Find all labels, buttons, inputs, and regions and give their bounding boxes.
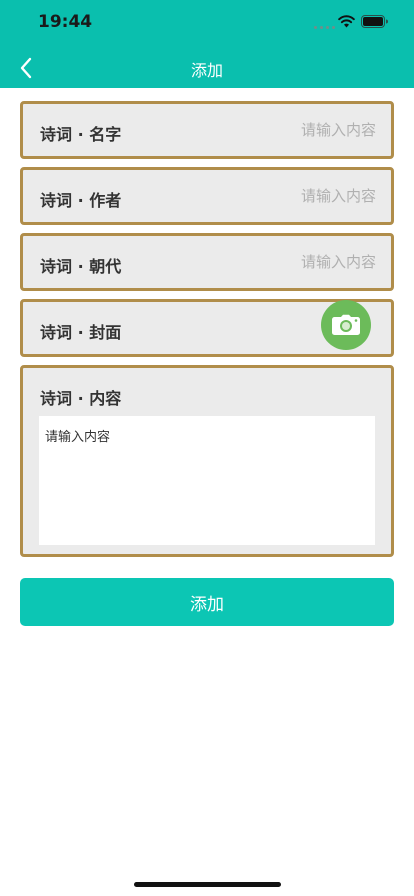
dynasty-field: 诗词 · 朝代 [20, 233, 394, 291]
author-label: 诗词 · 作者 [40, 191, 122, 210]
cover-field: 诗词 · 封面 [20, 299, 394, 357]
content-label: 诗词 · 内容 [40, 389, 122, 408]
header-bar: 19:44 添加 [0, 0, 414, 88]
submit-button[interactable]: 添加 [20, 578, 394, 626]
page-title: 添加 [190, 61, 223, 80]
name-label: 诗词 · 名字 [40, 125, 122, 144]
author-field: 诗词 · 作者 [20, 167, 394, 225]
cellular-signal-icon [314, 26, 335, 29]
cover-upload-button[interactable] [321, 300, 371, 350]
author-input[interactable] [176, 187, 376, 205]
name-input[interactable] [176, 121, 376, 139]
content-field: 诗词 · 内容 [20, 365, 394, 557]
dynasty-input[interactable] [176, 253, 376, 271]
camera-icon [332, 314, 360, 335]
wifi-icon [338, 15, 355, 28]
status-time: 19:44 [38, 12, 93, 32]
content-textarea[interactable] [39, 416, 375, 545]
name-field: 诗词 · 名字 [20, 101, 394, 159]
cover-label: 诗词 · 封面 [40, 323, 122, 342]
home-indicator [134, 882, 281, 887]
battery-icon [361, 15, 388, 28]
dynasty-label: 诗词 · 朝代 [40, 257, 122, 276]
